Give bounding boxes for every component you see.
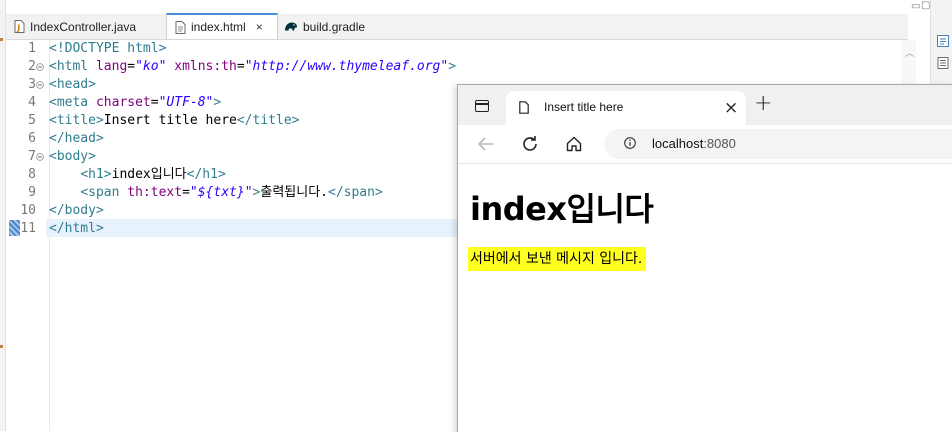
- code-text: </body>: [49, 202, 104, 220]
- tab-indexcontroller-java[interactable]: J IndexController.java: [6, 14, 166, 39]
- line-number: 3: [28, 77, 36, 92]
- home-icon[interactable]: [563, 133, 585, 155]
- line-number: 7: [28, 149, 36, 164]
- code-line[interactable]: 1 <!DOCTYPE html>: [6, 40, 906, 58]
- code-token-tag: </html>: [49, 221, 104, 236]
- code-token-txt: =: [182, 185, 190, 200]
- marker-dot: [0, 345, 3, 348]
- browser-tab[interactable]: Insert title here ×: [506, 91, 746, 125]
- code-token-txt: =: [150, 95, 159, 110]
- site-info-icon[interactable]: [624, 137, 636, 149]
- code-token-tag: </head>: [49, 131, 104, 146]
- code-token-tag: <span: [80, 185, 128, 200]
- tab-label: index.html: [191, 20, 246, 34]
- line-number: 1: [28, 41, 36, 56]
- line-number: 2: [28, 59, 36, 74]
- fold-collapse-icon[interactable]: [36, 63, 44, 71]
- url-text: localhost:8080: [652, 136, 736, 151]
- code-text: <title>Insert title here</title>: [49, 112, 299, 130]
- tab-actions-icon[interactable]: [475, 100, 489, 112]
- line-number: 11: [20, 221, 36, 236]
- code-token-tag: <html: [49, 59, 96, 74]
- code-token-txt: 출력됩니다.: [260, 185, 328, 200]
- page-heading: index입니다: [470, 190, 654, 228]
- code-token-attr: th:text: [127, 185, 183, 200]
- new-tab-icon[interactable]: +: [754, 91, 772, 116]
- close-tab-icon[interactable]: ×: [724, 98, 738, 118]
- code-token-attr: lang: [95, 59, 128, 74]
- code-token-tag: <meta: [49, 95, 96, 110]
- tab-label: build.gradle: [303, 19, 366, 34]
- code-text: <!DOCTYPE html>: [49, 40, 166, 58]
- browser-window: Insert title here × + localhost:8080 ind…: [457, 84, 952, 432]
- browser-tab-title: Insert title here: [544, 100, 624, 114]
- code-text: <body>: [49, 148, 96, 166]
- refresh-icon[interactable]: [519, 133, 541, 155]
- code-token-tag: <h1>: [80, 167, 112, 182]
- task-list-icon[interactable]: [937, 57, 949, 69]
- code-text: <meta charset="UTF-8">: [49, 94, 221, 112]
- line-number: 4: [28, 95, 36, 110]
- code-token-tag: <title>: [49, 113, 104, 128]
- code-token-tag: <!DOCTYPE html>: [49, 41, 167, 56]
- line-number: 10: [20, 203, 36, 218]
- code-token-txt: =: [236, 59, 245, 74]
- code-token-tag: </h1>: [186, 167, 226, 182]
- code-token-tag: >: [448, 59, 457, 74]
- code-token-txt: Insert title here: [103, 113, 237, 128]
- fold-collapse-icon[interactable]: [36, 153, 44, 161]
- code-token-tag: <body>: [49, 149, 96, 164]
- code-text: </head>: [49, 130, 104, 148]
- line-number: 9: [28, 185, 36, 200]
- tab-label: IndexController.java: [30, 19, 137, 34]
- line-number: 5: [28, 113, 36, 128]
- code-line[interactable]: 2 <html lang="ko" xmlns:th="http://www.th…: [6, 58, 906, 76]
- editor-tab-bar: J IndexController.java index.html × buil…: [6, 13, 908, 40]
- page-content: index입니다 서버에서 보낸 메시지 입니다.: [458, 164, 952, 432]
- minimize-view-icon[interactable]: ▭: [911, 1, 920, 12]
- code-token-txt: =: [127, 59, 136, 74]
- fold-collapse-icon[interactable]: [36, 81, 44, 89]
- url-host: localhost: [652, 136, 704, 151]
- html-file-icon: [175, 20, 186, 34]
- code-token-val: "ko": [135, 59, 167, 74]
- code-text: <span th:text="${txt}">출력됩니다.</span>: [49, 184, 383, 202]
- page-icon: [519, 101, 529, 114]
- tab-build-gradle[interactable]: build.gradle: [276, 14, 376, 39]
- code-token-tag: </body>: [49, 203, 104, 218]
- line-number: 8: [28, 167, 36, 182]
- code-text: </html>: [49, 220, 104, 238]
- code-token-tag: </title>: [236, 113, 300, 128]
- marker-dot: [0, 38, 3, 41]
- code-token-attr: xmlns:th: [174, 59, 237, 74]
- code-token-val: "UTF-8": [158, 95, 214, 110]
- code-token-tag: </span>: [328, 185, 383, 200]
- close-icon[interactable]: ×: [256, 20, 263, 34]
- code-text: <h1>index입니다</h1>: [49, 166, 226, 184]
- browser-tab-strip: Insert title here × +: [458, 85, 952, 125]
- code-token-tag: <head>: [49, 77, 96, 92]
- address-bar[interactable]: localhost:8080: [604, 129, 952, 159]
- code-token-tag: >: [213, 95, 222, 110]
- chevron-up-icon[interactable]: ︿: [905, 46, 914, 59]
- back-arrow-icon[interactable]: [475, 133, 497, 155]
- code-text: <html lang="ko" xmlns:th="http://www.thy…: [49, 58, 456, 76]
- gradle-elephant-icon: [285, 22, 297, 31]
- code-token-attr: charset: [95, 95, 151, 110]
- browser-toolbar: localhost:8080: [458, 125, 952, 164]
- code-token-val: "http://www.thymeleaf.org": [244, 59, 449, 74]
- code-token-txt: index입니다: [111, 167, 187, 182]
- outline-view-icon[interactable]: [937, 35, 949, 47]
- code-text: <head>: [49, 76, 96, 94]
- code-token-val: "${txt}": [189, 185, 253, 200]
- svg-text:J: J: [16, 24, 20, 33]
- line-number: 6: [28, 131, 36, 146]
- java-file-icon: J: [14, 20, 25, 33]
- server-message: 서버에서 보낸 메시지 입니다.: [468, 247, 647, 271]
- url-port: :8080: [703, 136, 736, 151]
- tab-index-html[interactable]: index.html ×: [166, 13, 278, 39]
